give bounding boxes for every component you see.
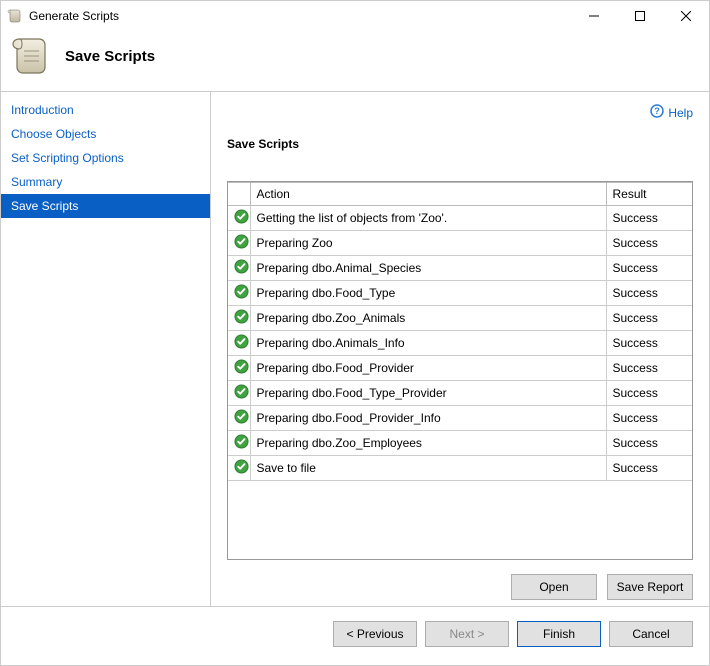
titlebar: Generate Scripts bbox=[1, 1, 709, 31]
sidebar-item-label: Set Scripting Options bbox=[11, 151, 124, 165]
success-icon bbox=[228, 306, 250, 331]
success-icon bbox=[228, 281, 250, 306]
action-cell: Preparing dbo.Food_Type_Provider bbox=[250, 381, 606, 406]
scroll-icon bbox=[9, 35, 51, 77]
next-button: Next > bbox=[425, 621, 509, 647]
table-row[interactable]: Preparing dbo.Food_ProviderSuccess bbox=[228, 356, 692, 381]
table-row[interactable]: Preparing dbo.Zoo_AnimalsSuccess bbox=[228, 306, 692, 331]
table-row[interactable]: Preparing dbo.Food_TypeSuccess bbox=[228, 281, 692, 306]
open-button[interactable]: Open bbox=[511, 574, 597, 600]
sidebar-item-summary[interactable]: Summary bbox=[1, 170, 210, 194]
sidebar-item-label: Choose Objects bbox=[11, 127, 96, 141]
table-row[interactable]: Save to fileSuccess bbox=[228, 456, 692, 481]
table-row[interactable]: Preparing ZooSuccess bbox=[228, 231, 692, 256]
sidebar-item-label: Save Scripts bbox=[11, 199, 78, 213]
success-icon bbox=[228, 356, 250, 381]
action-cell: Preparing dbo.Food_Provider_Info bbox=[250, 406, 606, 431]
result-cell: Success bbox=[606, 306, 692, 331]
table-row[interactable]: Preparing dbo.Animal_SpeciesSuccess bbox=[228, 256, 692, 281]
results-table: Action Result Getting the list of object… bbox=[227, 181, 693, 560]
result-cell: Success bbox=[606, 256, 692, 281]
success-icon bbox=[228, 206, 250, 231]
previous-button[interactable]: < Previous bbox=[333, 621, 417, 647]
wizard-header: Save Scripts bbox=[1, 31, 709, 92]
action-cell: Preparing dbo.Food_Provider bbox=[250, 356, 606, 381]
action-cell: Getting the list of objects from 'Zoo'. bbox=[250, 206, 606, 231]
save-report-button[interactable]: Save Report bbox=[607, 574, 693, 600]
table-row[interactable]: Preparing dbo.Food_Provider_InfoSuccess bbox=[228, 406, 692, 431]
action-cell: Preparing dbo.Zoo_Employees bbox=[250, 431, 606, 456]
action-cell: Preparing dbo.Animals_Info bbox=[250, 331, 606, 356]
success-icon bbox=[228, 431, 250, 456]
table-row[interactable]: Getting the list of objects from 'Zoo'.S… bbox=[228, 206, 692, 231]
sidebar-item-save-scripts[interactable]: Save Scripts bbox=[1, 194, 210, 218]
success-icon bbox=[228, 331, 250, 356]
help-icon: ? bbox=[650, 104, 664, 121]
action-cell: Save to file bbox=[250, 456, 606, 481]
minimize-button[interactable] bbox=[571, 1, 617, 31]
svg-text:?: ? bbox=[655, 106, 661, 116]
sidebar-item-label: Summary bbox=[11, 175, 62, 189]
action-cell: Preparing dbo.Zoo_Animals bbox=[250, 306, 606, 331]
table-row[interactable]: Preparing dbo.Food_Type_ProviderSuccess bbox=[228, 381, 692, 406]
result-cell: Success bbox=[606, 381, 692, 406]
sidebar-item-choose-objects[interactable]: Choose Objects bbox=[1, 122, 210, 146]
help-label: Help bbox=[668, 106, 693, 120]
main-panel: ? Help Save Scripts Action Result bbox=[211, 92, 709, 606]
sidebar-item-introduction[interactable]: Introduction bbox=[1, 98, 210, 122]
success-icon bbox=[228, 256, 250, 281]
action-cell: Preparing dbo.Food_Type bbox=[250, 281, 606, 306]
success-icon bbox=[228, 456, 250, 481]
close-button[interactable] bbox=[663, 1, 709, 31]
action-cell: Preparing dbo.Animal_Species bbox=[250, 256, 606, 281]
window-controls bbox=[571, 1, 709, 31]
section-label: Save Scripts bbox=[227, 137, 693, 151]
scroll-app-icon bbox=[7, 8, 23, 24]
wizard-footer: < Previous Next > Finish Cancel bbox=[1, 606, 709, 665]
cancel-button[interactable]: Cancel bbox=[609, 621, 693, 647]
result-cell: Success bbox=[606, 231, 692, 256]
table-row[interactable]: Preparing dbo.Animals_InfoSuccess bbox=[228, 331, 692, 356]
result-cell: Success bbox=[606, 456, 692, 481]
result-cell: Success bbox=[606, 356, 692, 381]
success-icon bbox=[228, 231, 250, 256]
finish-button[interactable]: Finish bbox=[517, 621, 601, 647]
table-row[interactable]: Preparing dbo.Zoo_EmployeesSuccess bbox=[228, 431, 692, 456]
wizard-sidebar: Introduction Choose Objects Set Scripting … bbox=[1, 92, 211, 606]
success-icon bbox=[228, 406, 250, 431]
success-icon bbox=[228, 381, 250, 406]
page-title: Save Scripts bbox=[65, 48, 155, 65]
window-root: Generate Scripts bbox=[0, 0, 710, 666]
window-title: Generate Scripts bbox=[29, 9, 571, 23]
result-cell: Success bbox=[606, 206, 692, 231]
result-cell: Success bbox=[606, 406, 692, 431]
help-link[interactable]: ? Help bbox=[650, 104, 693, 121]
action-cell: Preparing Zoo bbox=[250, 231, 606, 256]
col-action: Action bbox=[250, 183, 606, 206]
result-cell: Success bbox=[606, 431, 692, 456]
result-cell: Success bbox=[606, 331, 692, 356]
result-cell: Success bbox=[606, 281, 692, 306]
maximize-button[interactable] bbox=[617, 1, 663, 31]
col-icon bbox=[228, 183, 250, 206]
col-result: Result bbox=[606, 183, 692, 206]
sidebar-item-set-scripting-options[interactable]: Set Scripting Options bbox=[1, 146, 210, 170]
sidebar-item-label: Introduction bbox=[11, 103, 74, 117]
body: Introduction Choose Objects Set Scripting … bbox=[1, 92, 709, 606]
